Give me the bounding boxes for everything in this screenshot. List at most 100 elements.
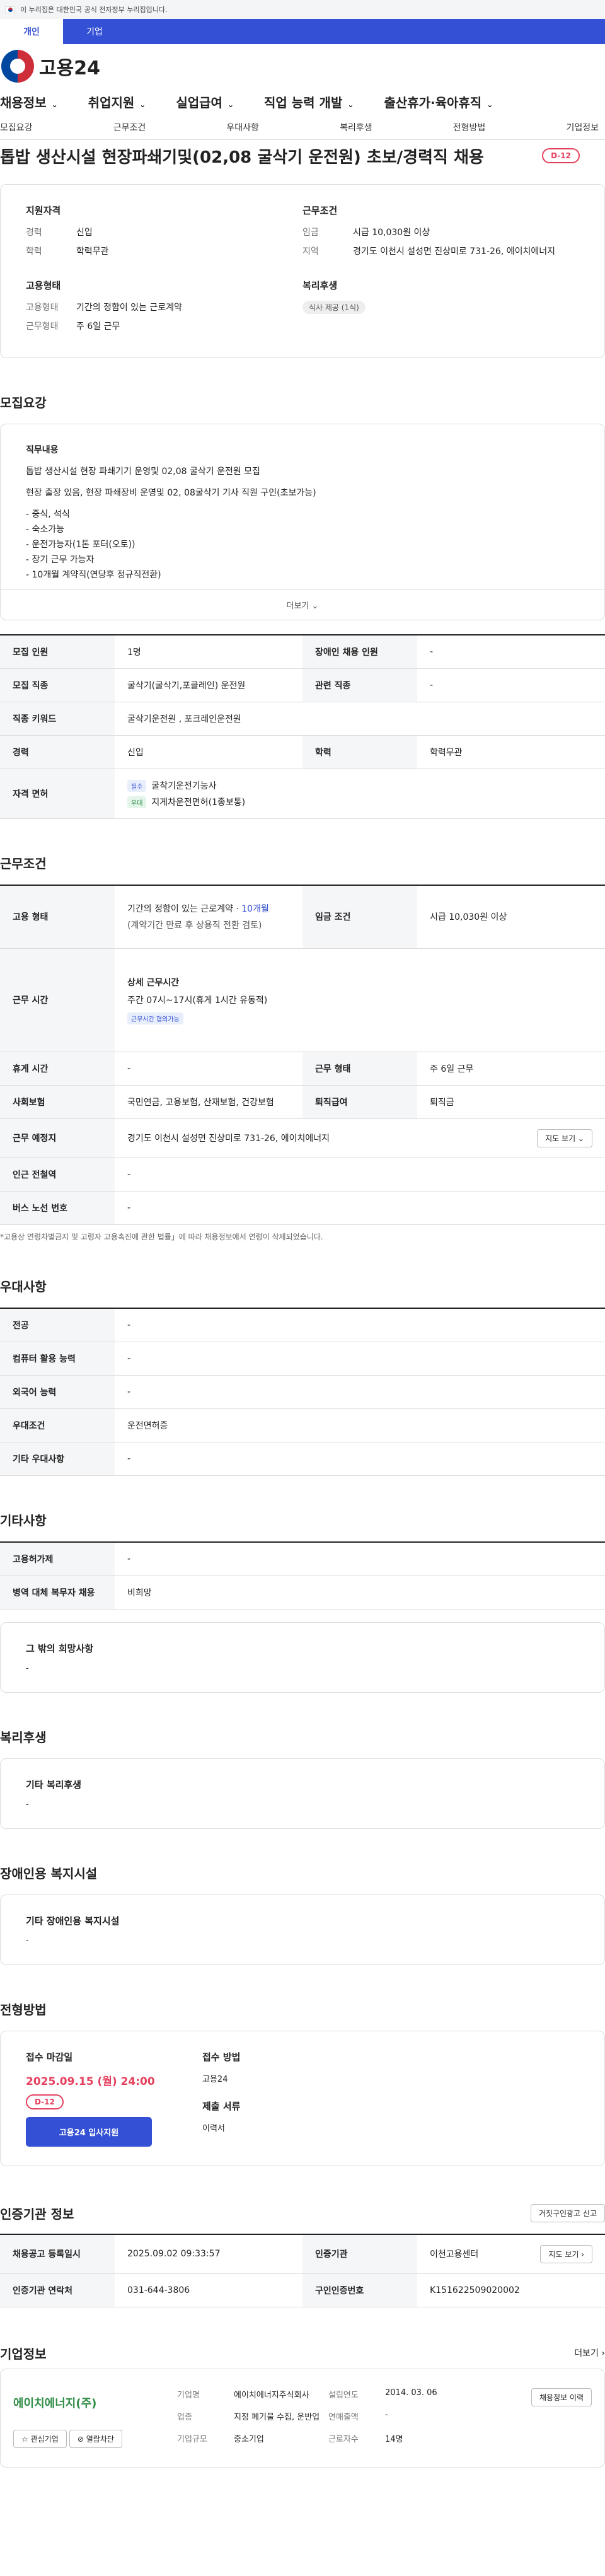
required-tag: 필수 [127,780,147,792]
disability-box: 기타 장애인용 복지시설 - [0,1894,605,1965]
snb-item[interactable]: 근무조건 [113,121,146,134]
company-key: 기업명 [177,2390,200,2400]
company-value: - [385,2410,388,2420]
th: 전공 [0,1308,115,1342]
summary-card: 지원자격 경력 신입 학력 학력무관 근무조건 임금 시급 10,030원 이상 지역… [0,184,605,358]
more-button[interactable]: 더보기 ⌄ [1,589,604,620]
table-row: 직종 키워드 굴삭기운전원 , 포크레인운전원 [0,702,605,736]
table-row: 인증기관 연락처 031-644-3806 구인인증번호 K1516225090200… [0,2273,605,2307]
table-row: 근무 시간 상세 근무시간 주간 07시~17시(휴게 1시간 유동적) 근무시간 협… [0,948,605,1052]
table-row: 전공 - [0,1308,605,1342]
summary-heading: 복리후생 [302,280,338,291]
th: 근무 시간 [0,948,115,1052]
snb-item[interactable]: 복리후생 [340,121,372,134]
deadline-value: 2025.09.15 (월) 24:00 [26,2075,155,2088]
td: 기간의 정함이 있는 근로계약 · 10개월 (계약기간 만료 후 상용직 전환 … [115,885,302,949]
section-title: 모집요강 [0,395,47,410]
dday-badge: D-12 [26,2094,64,2109]
box-title: 접수 방법 [202,2051,241,2063]
tab-personal[interactable]: 개인 [0,19,63,44]
report-button[interactable]: 거짓구인광고 신고 [530,2203,605,2222]
td: 이천고용센터 지도 보기 › [417,2234,605,2274]
th: 경력 [0,735,115,769]
table-row: 자격 면허 필수 굴착기운전기능사 우대 지게차운전면허(1종보통) [0,769,605,819]
table-row: 휴게 시간 - 근무 형태 주 6일 근무 [0,1052,605,1086]
section-title: 전형방법 [0,2002,47,2017]
snb-item[interactable]: 모집요강 [0,121,33,134]
th: 인증기관 [302,2234,417,2274]
company-key: 근로자수 [328,2434,359,2444]
chevron-down-icon: ⌄ [227,100,234,109]
korea-flag-icon [5,6,15,13]
job-title: 톱밥 생산시설 현장파쇄기및(02,08 굴삭기 운전원) 초보/경력직 채용 [0,148,484,167]
section-title: 장애인용 복지시설 [0,1865,98,1881]
td: 필수 굴착기운전기능사 우대 지게차운전면허(1종보통) [115,769,605,819]
summary-heading: 고용형태 [26,280,61,291]
gnb-item[interactable]: 채용정보 ⌄ [0,93,58,111]
company-key: 기업규모 [177,2434,207,2444]
section-title: 인증기관 정보 [0,2206,74,2222]
td: - [115,1308,605,1342]
td: 2025.09.02 09:33:57 [115,2234,302,2274]
company-key: 설립연도 [328,2390,359,2400]
gnb-label: 실업급여 [176,95,222,110]
td: 비희망 [115,1575,605,1610]
gov-banner: 이 누리집은 대한민국 공식 전자정부 누리집입니다. [0,0,605,19]
global-nav: 채용정보 ⌄ 취업지원 ⌄ 실업급여 ⌄ 직업 능력 개발 ⌄ 출산휴가·육아휴직 ⌄ [0,88,605,115]
summary-value: 학력무관 [76,247,109,257]
snb-item[interactable]: 전형방법 [453,121,486,134]
chevron-down-icon: ⌄ [139,100,146,109]
table-row: 모집 직종 굴삭기(굴삭기,포클레인) 운전원 관련 직종 - [0,668,605,702]
chevron-down-icon: ⌄ [51,100,58,109]
box-title: 기타 장애인용 복지시설 [26,1915,120,1927]
site-logo[interactable]: 고용24 [0,44,605,88]
apply-button[interactable]: 고용24 입사지원 [26,2116,152,2147]
gov-banner-text: 이 누리집은 대한민국 공식 전자정부 누리집입니다. [20,6,168,14]
taegeuk-logo-icon [1,50,34,83]
more-link[interactable]: 더보기 › [574,2347,605,2359]
license-name: 굴착기운전기능사 [151,781,217,791]
td: - [115,1442,605,1476]
td: - [417,635,605,669]
duty-box: 직무내용 톱밥 생산시설 현장 파쇄기기 운영및 02,08 굴삭기 운전원 모… [0,424,605,620]
favorite-button[interactable]: ☆ 관심기업 [13,2429,67,2448]
td: - [115,1541,605,1576]
th: 근무 예정지 [0,1118,115,1158]
company-card: 에이치에너지(주) ☆ 관심기업 ⊘ 열람차단 기업명 에이치에너지주식회사 설립연도… [0,2368,605,2468]
th: 고용허가제 [0,1541,115,1576]
th: 구인인증번호 [302,2273,417,2307]
td: 시급 10,030원 이상 [417,885,605,949]
section-title: 복리후생 [0,1729,47,1745]
td: 상세 근무시간 주간 07시~17시(휴게 1시간 유동적) 근무시간 협의가능 [115,948,605,1052]
gnb-item[interactable]: 실업급여 ⌄ [176,93,234,111]
tab-company[interactable]: 기업 [63,19,126,44]
gnb-item[interactable]: 직업 능력 개발 ⌄ [264,93,354,111]
snb-item[interactable]: 기업정보 [566,121,599,134]
th: 자격 면허 [0,769,115,819]
company-key: 연매출액 [328,2412,359,2422]
table-row: 기타 우대사항 - [0,1442,605,1476]
td: - [115,1157,605,1192]
condition-table: 고용 형태 기간의 정함이 있는 근로계약 · 10개월 (계약기간 만료 후 상용… [0,885,605,1225]
section-title: 우대사항 [0,1279,47,1294]
box-title: 그 밖의 희망사항 [26,1642,94,1654]
summary-key: 임금 [302,228,319,238]
snb-item[interactable]: 우대사항 [226,121,259,134]
th: 휴게 시간 [0,1052,115,1086]
table-row: 근무 예정지 경기도 이천시 설성면 진상미로 731-26, 에이치에너지 지도 … [0,1118,605,1158]
map-button[interactable]: 지도 보기 › [540,2244,592,2263]
gnb-item[interactable]: 출산휴가·육아휴직 ⌄ [384,93,493,111]
welfare-chip: 식사 제공 (1식) [302,301,366,314]
th: 퇴직급여 [302,1085,417,1119]
table-row: 인근 전철역 - [0,1157,605,1192]
th: 관련 직종 [302,668,417,702]
gnb-item[interactable]: 취업지원 ⌄ [88,93,146,111]
company-value: 2014. 03. 06 [385,2387,437,2398]
map-button[interactable]: 지도 보기 ⌄ [537,1128,592,1147]
duty-line: - 숙소가능 [26,525,65,535]
td: 신입 [115,735,302,769]
block-button[interactable]: ⊘ 열람차단 [69,2429,122,2448]
box-title: 제출 서류 [202,2100,241,2112]
history-button[interactable]: 채용정보 이력 [531,2387,592,2406]
cert-table: 채용공고 등록일시 2025.09.02 09:33:57 인증기관 이천고용센터 지도… [0,2233,605,2307]
